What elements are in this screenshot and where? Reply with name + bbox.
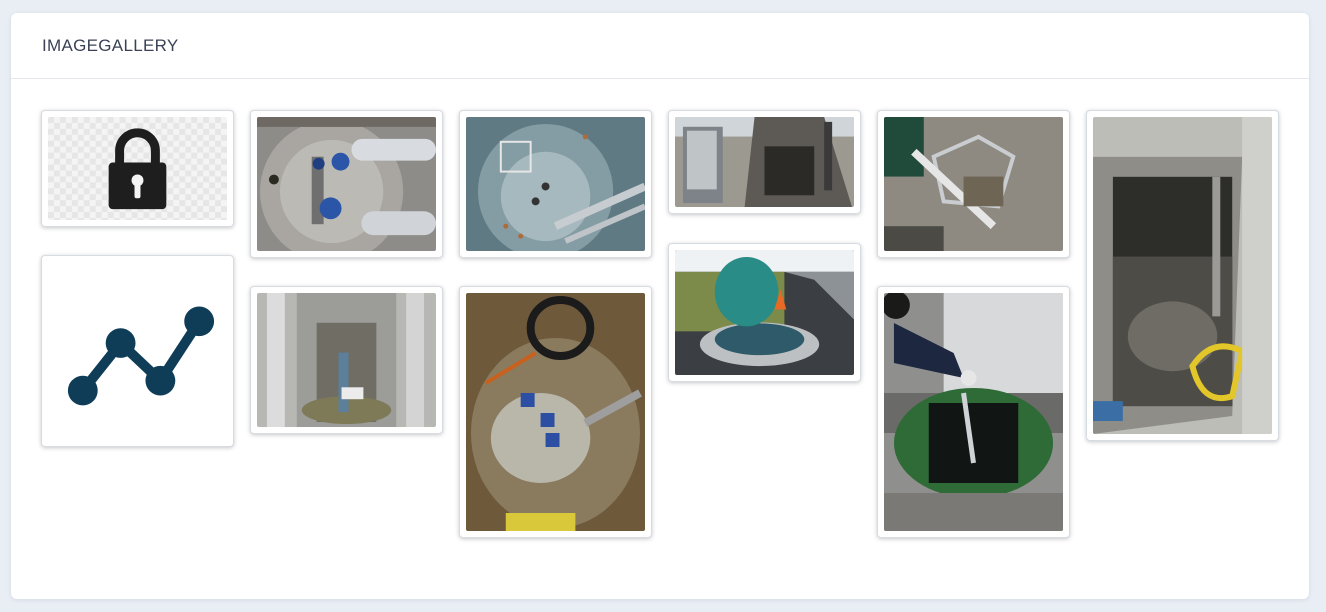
gallery-thumb-sensor-frame[interactable]	[877, 110, 1070, 258]
manhole-cover-image	[675, 250, 854, 375]
gallery-thumb-lock[interactable]	[41, 110, 234, 227]
gallery-thumb-concrete-chamber[interactable]	[1086, 110, 1279, 441]
lock-icon	[48, 117, 227, 220]
concrete-chamber-image	[1093, 117, 1272, 434]
gallery-thumb-valve-chamber[interactable]	[250, 110, 443, 258]
card-title: IMAGEGALLERY	[42, 35, 179, 55]
submersible-pump-image	[466, 293, 645, 531]
valve-chamber-image	[257, 117, 436, 251]
gallery-thumb-manhole-cover[interactable]	[668, 243, 861, 382]
gallery-thumb-pipe-shaft[interactable]	[250, 286, 443, 434]
gallery-thumb-pump-well[interactable]	[459, 110, 652, 258]
pump-well-image	[466, 117, 645, 251]
pipe-shaft-image	[257, 293, 436, 427]
trend-chart-icon	[48, 262, 227, 440]
gallery-thumb-control-cabinet[interactable]	[668, 110, 861, 214]
sensor-frame-image	[884, 117, 1063, 251]
control-cabinet-image	[675, 117, 854, 207]
card-header: IMAGEGALLERY	[11, 13, 1309, 79]
gallery-thumb-submersible-pump[interactable]	[459, 286, 652, 538]
worker-inspection-image	[884, 293, 1063, 531]
gallery-thumb-trend[interactable]	[41, 255, 234, 447]
gallery-thumb-worker-inspection[interactable]	[877, 286, 1070, 538]
